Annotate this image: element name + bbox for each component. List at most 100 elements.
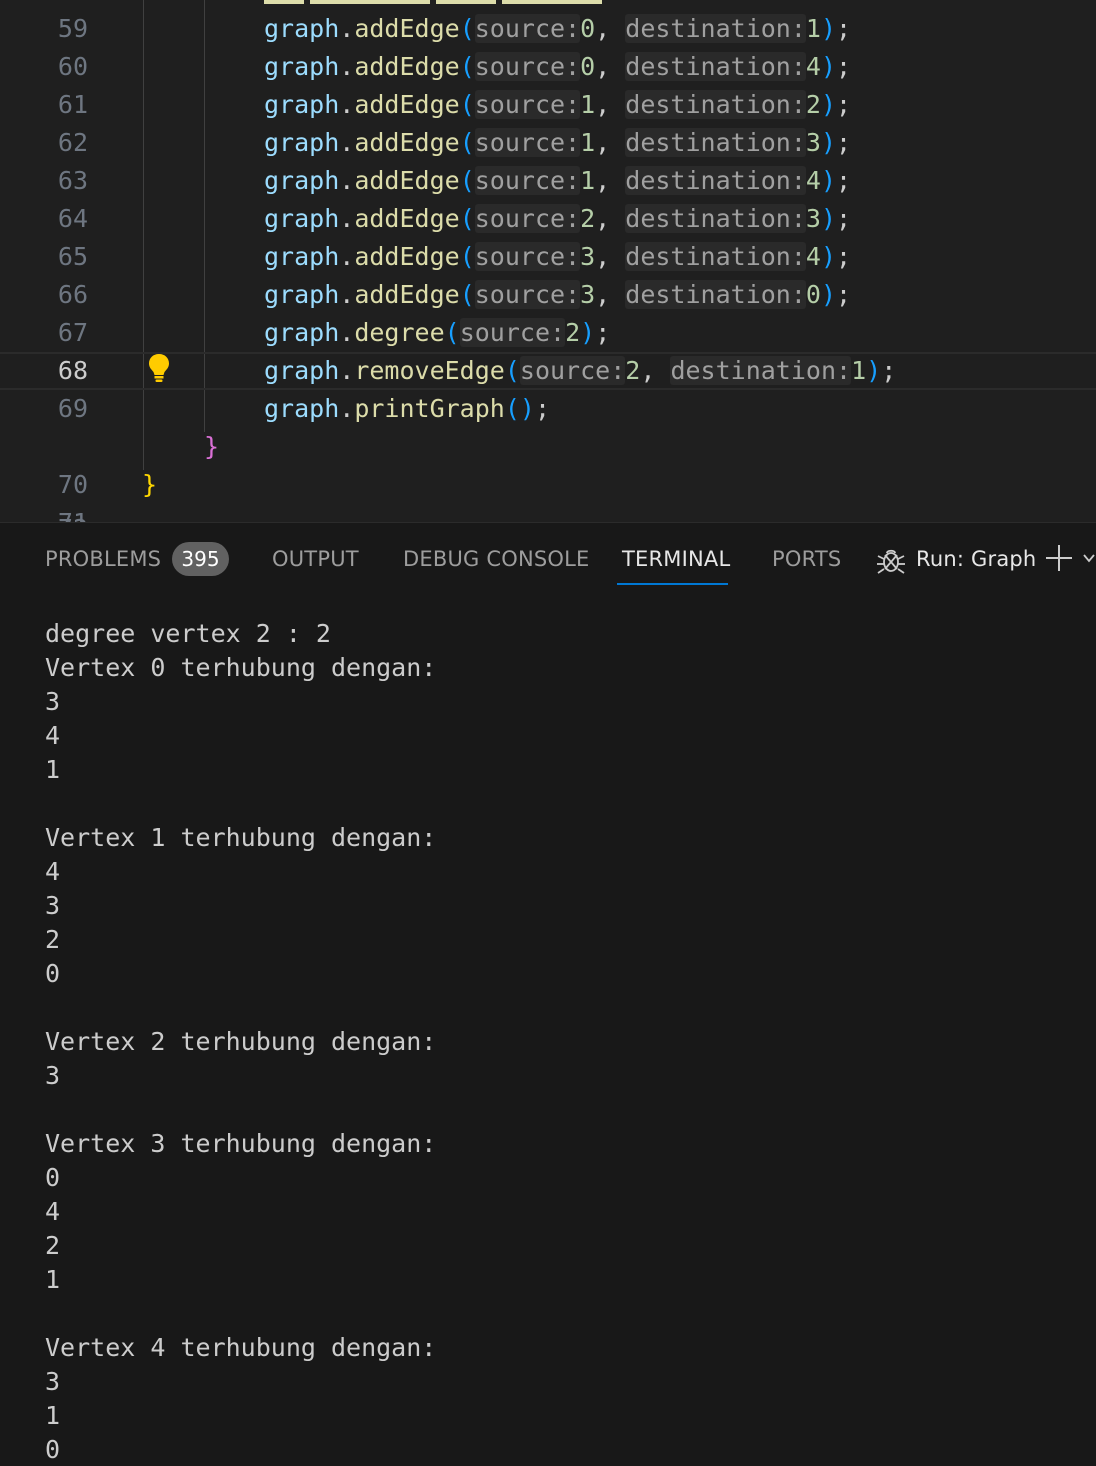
parameter-hint: destination: xyxy=(625,166,806,195)
argument-value: 2 xyxy=(805,90,821,119)
code-text: graph.degree(source:2); xyxy=(264,314,610,352)
code-line-60[interactable]: 60 graph.addEdge(source:0, destination:4)… xyxy=(0,48,1096,86)
argument-value: 1 xyxy=(580,128,596,157)
tab-output[interactable]: OUTPUT xyxy=(272,547,359,571)
tab-ports[interactable]: PORTS xyxy=(772,547,841,571)
paren-token: ( xyxy=(459,166,475,195)
code-text: graph.printGraph(); xyxy=(264,390,550,428)
receiver-token: graph xyxy=(264,280,340,309)
code-line-63[interactable]: 63 graph.addEdge(source:1, destination:4)… xyxy=(0,162,1096,200)
code-line-71[interactable]: 71 } xyxy=(0,466,1096,522)
parameter-hint: source: xyxy=(519,356,626,385)
code-text: graph.addEdge(source:2, destination:3); xyxy=(264,200,851,238)
argument-value: 4 xyxy=(805,166,821,195)
lightbulb-icon[interactable] xyxy=(148,353,170,383)
closing-brace-method: } xyxy=(204,432,220,461)
run-graph-label[interactable]: Run: Graph xyxy=(916,547,1036,571)
dot-token: . xyxy=(339,128,355,157)
paren-token: ) xyxy=(820,90,837,119)
comma-token: , xyxy=(595,166,626,195)
dot-token: . xyxy=(339,204,355,233)
dot-token: . xyxy=(339,318,355,347)
code-text: graph.addEdge(source:0, destination:1); xyxy=(264,10,851,48)
paren-token: ) xyxy=(820,204,837,233)
code-line-69[interactable]: 69 graph.printGraph(); xyxy=(0,390,1096,428)
terminal-line: 4 xyxy=(45,1197,61,1226)
method-token: removeEdge xyxy=(354,356,505,385)
terminal-line: Vertex 3 terhubung dengan: xyxy=(45,1129,437,1158)
line-number: 59 xyxy=(57,14,88,43)
semicolon-token: ; xyxy=(836,90,852,119)
terminal-line: 3 xyxy=(45,1061,61,1090)
dot-token: . xyxy=(339,90,355,119)
argument-value: 3 xyxy=(580,242,596,271)
chevron-down-icon[interactable] xyxy=(1082,551,1096,565)
terminal-output[interactable]: degree vertex 2 : 2 Vertex 0 terhubung de… xyxy=(45,617,1085,1466)
code-line-66[interactable]: 66 graph.addEdge(source:3, destination:0)… xyxy=(0,276,1096,314)
terminal-line: Vertex 2 terhubung dengan: xyxy=(45,1027,437,1056)
partial-previous-line xyxy=(264,0,608,4)
method-token: addEdge xyxy=(354,14,460,43)
line-number: 68 xyxy=(57,356,88,385)
line-number-partial: 72 xyxy=(0,510,88,522)
debug-bug-icon[interactable] xyxy=(875,544,907,576)
code-line-70[interactable]: 70 } xyxy=(0,428,1096,499)
terminal-line: 2 xyxy=(45,1231,61,1260)
parameter-hint: destination: xyxy=(670,356,852,385)
plus-icon[interactable] xyxy=(1044,543,1074,573)
code-line-67[interactable]: 67 graph.degree(source:2); xyxy=(0,314,1096,352)
paren-token: ) xyxy=(580,318,596,347)
receiver-token: graph xyxy=(264,128,340,157)
code-line-65[interactable]: 65 graph.addEdge(source:3, destination:4)… xyxy=(0,238,1096,276)
dot-token: . xyxy=(339,14,355,43)
line-number: 65 xyxy=(57,242,88,271)
receiver-token: graph xyxy=(264,90,340,119)
problems-count-badge: 395 xyxy=(172,542,229,576)
parameter-hint: destination: xyxy=(625,204,806,233)
parameter-hint: destination: xyxy=(625,90,806,119)
code-line-64[interactable]: 64 graph.addEdge(source:2, destination:3)… xyxy=(0,200,1096,238)
paren-token: ( xyxy=(504,356,520,385)
receiver-token: graph xyxy=(264,394,340,423)
parameter-hint: destination: xyxy=(625,242,806,271)
line-number: 67 xyxy=(57,318,88,347)
line-number: 63 xyxy=(57,166,88,195)
comma-token: , xyxy=(595,204,626,233)
panel-tabs: PROBLEMS 395 OUTPUT DEBUG CONSOLE TERMIN… xyxy=(0,523,1096,599)
comma-token: , xyxy=(595,90,626,119)
argument-value: 2 xyxy=(565,318,581,347)
comma-token: , xyxy=(595,14,626,43)
terminal-line: 2 xyxy=(45,925,61,954)
terminal-line: 0 xyxy=(45,1163,61,1192)
method-token: addEdge xyxy=(354,280,460,309)
terminal-line: 3 xyxy=(45,1367,61,1396)
code-editor[interactable]: 59 graph.addEdge(source:0, destination:1)… xyxy=(0,0,1096,522)
argument-value: 0 xyxy=(580,52,596,81)
parameter-hint: source: xyxy=(474,204,581,233)
tab-terminal[interactable]: TERMINAL xyxy=(622,547,730,571)
code-line-61[interactable]: 61 graph.addEdge(source:1, destination:2)… xyxy=(0,86,1096,124)
argument-value: 4 xyxy=(805,242,821,271)
code-text: graph.removeEdge(source:2, destination:1… xyxy=(264,354,896,388)
code-text: graph.addEdge(source:3, destination:4); xyxy=(264,238,851,276)
terminal-line: 0 xyxy=(45,959,61,988)
parameter-hint: source: xyxy=(474,242,581,271)
receiver-token: graph xyxy=(264,204,340,233)
argument-value: 1 xyxy=(851,356,867,385)
terminal-line: 1 xyxy=(45,1265,61,1294)
paren-token: ( xyxy=(459,280,475,309)
receiver-token: graph xyxy=(264,52,340,81)
tab-problems[interactable]: PROBLEMS xyxy=(45,547,161,571)
paren-token: ( xyxy=(459,204,475,233)
parameter-hint: source: xyxy=(474,90,581,119)
line-number: 61 xyxy=(57,90,88,119)
line-number: 69 xyxy=(57,394,88,423)
tab-debug-console[interactable]: DEBUG CONSOLE xyxy=(403,547,590,571)
code-line-59[interactable]: 59 graph.addEdge(source:0, destination:1)… xyxy=(0,10,1096,48)
method-token: addEdge xyxy=(354,90,460,119)
code-line-62[interactable]: 62 graph.addEdge(source:1, destination:3)… xyxy=(0,124,1096,162)
terminal-line: 1 xyxy=(45,755,61,784)
terminal-line: 3 xyxy=(45,891,61,920)
